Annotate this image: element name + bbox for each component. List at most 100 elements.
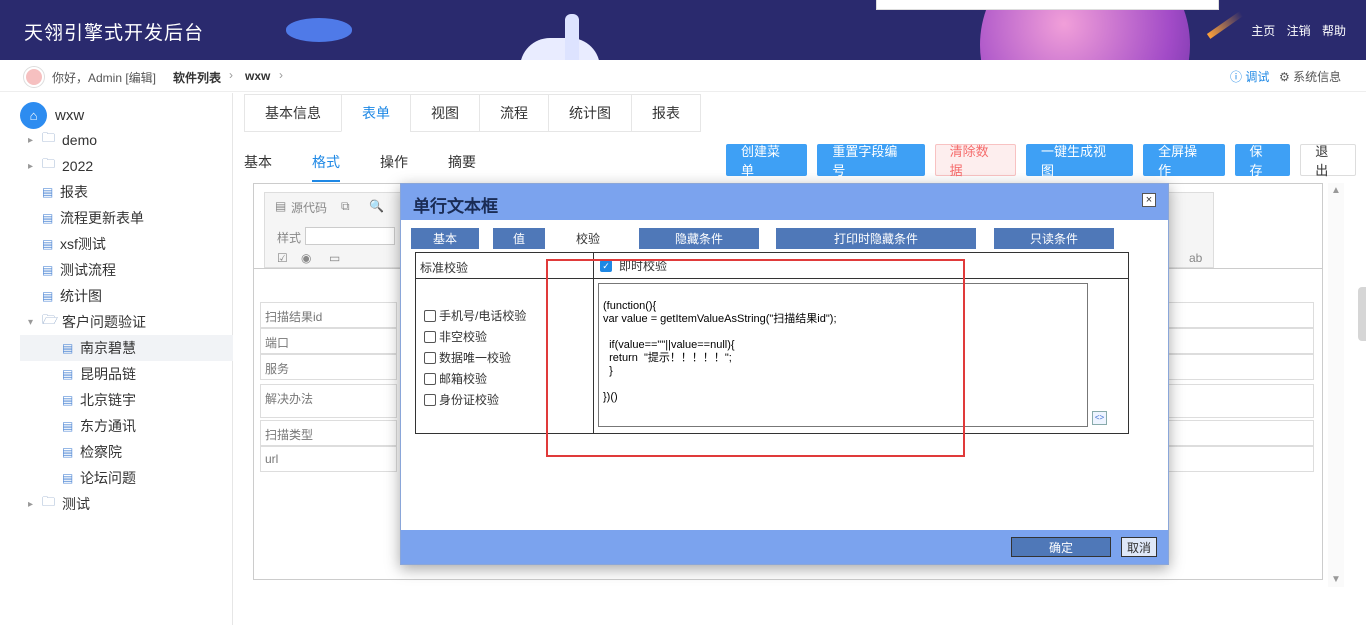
- fullscreen-button[interactable]: 全屏操作: [1143, 144, 1225, 178]
- subtab-1[interactable]: 格式: [312, 146, 340, 182]
- breadcrumb-wxw[interactable]: wxw: [245, 69, 270, 83]
- form-field-input[interactable]: [1164, 354, 1314, 380]
- home-link[interactable]: 主页: [1251, 24, 1275, 38]
- dialog-tab-readonly-condition[interactable]: 只读条件: [994, 228, 1114, 249]
- form-field-label[interactable]: 解决办法: [260, 384, 397, 418]
- breadcrumb-software-list[interactable]: 软件列表: [173, 69, 221, 86]
- sidebar-item[interactable]: ▤ 昆明品链: [20, 361, 233, 387]
- dialog-tab-value[interactable]: 值: [493, 228, 545, 249]
- textfield-tool-icon[interactable]: ▭: [329, 251, 340, 265]
- validation-option-checkbox[interactable]: [424, 393, 436, 406]
- form-field-input[interactable]: [1164, 328, 1314, 354]
- style-label: 样式: [277, 231, 302, 245]
- style-select[interactable]: [305, 227, 395, 245]
- document-icon: ▤: [42, 263, 54, 277]
- caret-right-icon[interactable]: ▸: [28, 135, 42, 146]
- validation-option-checkbox[interactable]: [424, 351, 436, 364]
- chevron-right-icon: ›: [229, 68, 233, 82]
- generate-view-button[interactable]: 一键生成视图: [1025, 144, 1134, 178]
- source-code-icon[interactable]: ▤: [275, 199, 286, 213]
- sidebar-item[interactable]: ▤ xsf测试: [28, 231, 228, 257]
- validation-option-checkbox[interactable]: [424, 330, 436, 343]
- validation-option-label: 邮箱校验: [439, 372, 488, 386]
- tab-3[interactable]: 流程: [479, 94, 548, 132]
- spellcheck-icon[interactable]: ab: [1189, 251, 1202, 265]
- form-field-input[interactable]: [1164, 384, 1314, 418]
- sidebar-item[interactable]: ▾ 🗁 客户问题验证: [28, 309, 228, 335]
- close-icon[interactable]: ×: [1142, 193, 1156, 207]
- breadcrumb-bar: 你好，Admin [编辑] 软件列表 › wxw › ⓘ 调试 ⚙ 系统信息: [0, 60, 1366, 92]
- code-editor-icon[interactable]: <>: [1092, 411, 1107, 425]
- validation-option-checkbox[interactable]: [424, 372, 436, 385]
- sidebar-item[interactable]: ▤ 统计图: [28, 283, 228, 309]
- dialog-tab-validation[interactable]: 校验: [555, 228, 621, 249]
- form-field-input[interactable]: [1164, 302, 1314, 328]
- form-field-input[interactable]: [1164, 446, 1314, 472]
- cancel-button[interactable]: 取消: [1121, 537, 1157, 557]
- sidebar-item[interactable]: ▤ 检察院: [20, 439, 233, 465]
- form-field-input[interactable]: [1164, 420, 1314, 446]
- highlight-annotation-box: [546, 259, 965, 457]
- avatar[interactable]: [24, 67, 44, 87]
- sidebar-item[interactable]: ▸ 🗀 2022: [28, 153, 228, 179]
- sidebar-item-label: 流程更新表单: [60, 210, 144, 226]
- tab-5[interactable]: 报表: [631, 94, 701, 132]
- form-field-label[interactable]: url: [260, 446, 397, 472]
- logout-link[interactable]: 注销: [1287, 24, 1311, 38]
- subtab-3[interactable]: 摘要: [448, 146, 476, 182]
- save-button[interactable]: 保存: [1234, 144, 1291, 178]
- user-greeting[interactable]: 你好，Admin [编辑]: [52, 69, 156, 86]
- form-field-label[interactable]: 扫描结果id: [260, 302, 397, 328]
- exit-button[interactable]: 退出: [1300, 144, 1356, 178]
- caret-right-icon[interactable]: ▸: [28, 499, 42, 510]
- dialog-tab-hide-condition[interactable]: 隐藏条件: [639, 228, 759, 249]
- dialog-tab-basic[interactable]: 基本: [411, 228, 479, 249]
- scroll-down-icon[interactable]: ▼: [1331, 574, 1341, 585]
- sidebar-item[interactable]: ▸ 🗀 demo: [28, 127, 228, 153]
- sidebar-item[interactable]: ▸ 🗀 测试: [28, 491, 228, 517]
- caret-down-icon[interactable]: ▾: [28, 317, 42, 328]
- sidebar-item[interactable]: ▤ 测试流程: [28, 257, 228, 283]
- sidebar-item[interactable]: ▤ 论坛问题: [20, 465, 233, 491]
- caret-right-icon[interactable]: ▸: [28, 161, 42, 172]
- create-menu-button[interactable]: 创建菜单: [726, 144, 808, 178]
- tab-4[interactable]: 统计图: [548, 94, 631, 132]
- help-link[interactable]: 帮助: [1322, 24, 1346, 38]
- validation-option-checkbox[interactable]: [424, 309, 436, 322]
- subtab-0[interactable]: 基本: [244, 146, 272, 182]
- document-icon: ▤: [62, 419, 74, 433]
- copy-icon[interactable]: ⧉: [341, 199, 350, 214]
- sidebar-item-label: 报表: [60, 184, 88, 200]
- sidebar-item[interactable]: ▤ 报表: [28, 179, 228, 205]
- source-code-button[interactable]: 源代码: [291, 199, 327, 216]
- sidebar-item-label: 南京碧慧: [80, 340, 136, 356]
- ok-button[interactable]: 确定: [1011, 537, 1111, 557]
- sidebar-item[interactable]: ▤ 南京碧慧: [20, 335, 233, 361]
- scroll-up-icon[interactable]: ▲: [1331, 185, 1341, 196]
- system-info-link[interactable]: ⚙ 系统信息: [1279, 68, 1341, 85]
- tab-0[interactable]: 基本信息: [244, 94, 341, 132]
- sidebar-item[interactable]: ▤ 东方通讯: [20, 413, 233, 439]
- checkbox-tool-icon[interactable]: ☑: [277, 251, 288, 265]
- header-search-box[interactable]: [876, 0, 1219, 10]
- sidebar-item[interactable]: ▤ 北京链宇: [20, 387, 233, 413]
- form-field-label[interactable]: 端口: [260, 328, 397, 354]
- editor-scrollbar[interactable]: ▲ ▼: [1328, 183, 1344, 587]
- form-field-label[interactable]: 扫描类型: [260, 420, 397, 446]
- debug-link[interactable]: ⓘ 调试: [1230, 68, 1269, 85]
- reset-field-number-button[interactable]: 重置字段编号: [817, 144, 925, 178]
- subtab-2[interactable]: 操作: [380, 146, 408, 182]
- tree-root[interactable]: ⌂ wxw: [20, 101, 84, 129]
- dialog-header[interactable]: 单行文本框 ×: [401, 184, 1168, 220]
- app-title: 天翎引擎式开发后台: [24, 23, 205, 44]
- radio-tool-icon[interactable]: ◉: [301, 251, 311, 265]
- form-field-label[interactable]: 服务: [260, 354, 397, 380]
- clear-data-button[interactable]: 清除数据: [934, 144, 1016, 178]
- side-panel-handle[interactable]: [1358, 287, 1366, 341]
- dialog-tab-print-hide-condition[interactable]: 打印时隐藏条件: [776, 228, 976, 249]
- sidebar-item[interactable]: ▤ 流程更新表单: [28, 205, 228, 231]
- tab-1[interactable]: 表单: [341, 94, 410, 132]
- validation-option-label: 数据唯一校验: [439, 351, 512, 365]
- find-icon[interactable]: 🔍: [369, 199, 384, 213]
- tab-2[interactable]: 视图: [410, 94, 479, 132]
